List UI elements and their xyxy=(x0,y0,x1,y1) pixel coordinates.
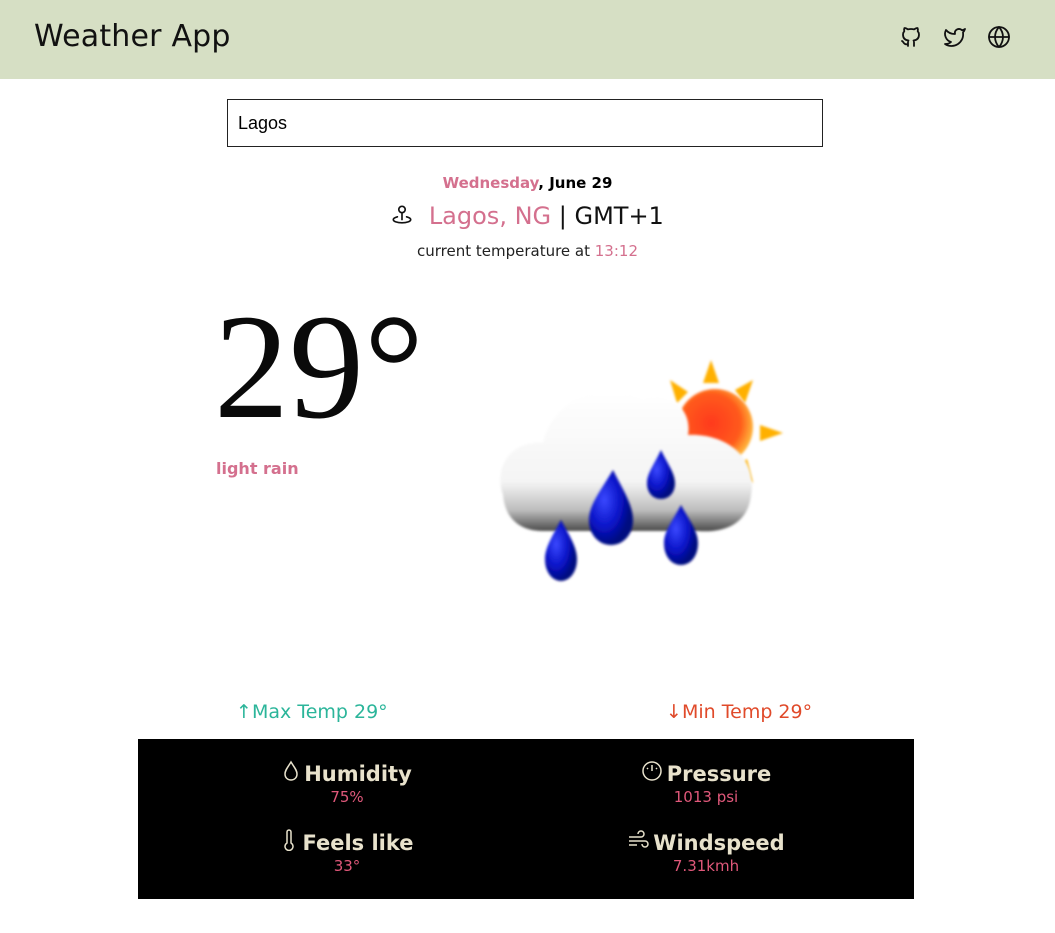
min-temp-label: Min Temp 29° xyxy=(682,701,813,723)
wind-icon xyxy=(627,829,650,856)
timezone: | GMT+1 xyxy=(558,202,664,230)
weather-description: light rain xyxy=(216,459,299,478)
feels-like-label: Feels like xyxy=(302,830,414,855)
city-name: Lagos, NG xyxy=(428,202,552,230)
pressure-value: 1013 psi xyxy=(673,788,739,806)
gauge-icon xyxy=(641,760,663,787)
current-prefix: current temperature at xyxy=(416,242,595,260)
city-search-input[interactable] xyxy=(227,99,823,147)
max-temp: ↑Max Temp 29° xyxy=(236,701,388,723)
weekday: Wednesday xyxy=(442,174,539,192)
globe-icon[interactable] xyxy=(987,24,1011,50)
windspeed-label: Windspeed xyxy=(653,830,785,855)
max-temp-label: Max Temp 29° xyxy=(252,701,388,723)
humidity-value: 75% xyxy=(330,788,364,806)
app-title: Weather App xyxy=(34,19,231,54)
header-links xyxy=(899,24,1011,50)
min-temp: ↓Min Temp 29° xyxy=(666,701,812,723)
current-temperature-time: current temperature at 13:12 xyxy=(0,242,1055,260)
windspeed-stat: Windspeed 7.31kmh xyxy=(576,829,836,875)
humidity-label-row: Humidity xyxy=(217,760,477,787)
twitter-icon[interactable] xyxy=(943,24,967,50)
current-time: 13:12 xyxy=(594,242,638,260)
arrow-up-icon: ↑ xyxy=(236,701,252,723)
github-icon[interactable] xyxy=(899,24,923,50)
pressure-stat: Pressure 1013 psi xyxy=(576,760,836,806)
humidity-label: Humidity xyxy=(304,761,412,786)
thermometer-icon xyxy=(280,829,298,856)
windspeed-value: 7.31kmh xyxy=(672,857,740,875)
weather-stats-panel: Humidity 75% Pressure 1013 psi Feels lik… xyxy=(138,739,914,899)
pressure-label-row: Pressure xyxy=(576,760,836,787)
droplet-icon xyxy=(282,760,300,787)
current-date: Wednesday, June 29 xyxy=(0,174,1055,192)
feels-like-value: 33° xyxy=(333,857,361,875)
cloud-rain-sun-icon xyxy=(483,355,793,595)
feels-like-label-row: Feels like xyxy=(217,829,477,856)
arrow-down-icon: ↓ xyxy=(666,701,682,723)
feels-like-stat: Feels like 33° xyxy=(217,829,477,875)
windspeed-label-row: Windspeed xyxy=(576,829,836,856)
location-pin-icon xyxy=(391,204,413,226)
temperature-value: 29° xyxy=(214,284,424,450)
pressure-label: Pressure xyxy=(666,761,772,786)
app-header: Weather App xyxy=(0,0,1055,79)
humidity-stat: Humidity 75% xyxy=(217,760,477,806)
date-rest: , June 29 xyxy=(538,174,613,192)
location-line: Lagos, NG | GMT+1 xyxy=(0,202,1055,230)
